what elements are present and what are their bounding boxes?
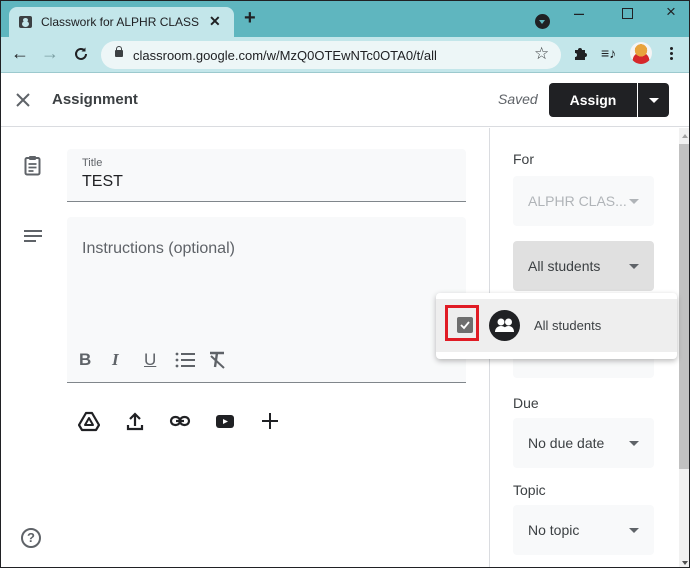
assignment-form: Title TEST Instructions (optional) B I U <box>1 128 489 567</box>
assign-options-button[interactable] <box>638 83 669 117</box>
tab-search-icon[interactable] <box>535 14 550 29</box>
minimize-button[interactable]: – <box>564 3 594 27</box>
close-icon[interactable] <box>15 87 31 114</box>
topic-select[interactable]: No topic <box>513 505 654 555</box>
create-icon[interactable] <box>259 410 281 432</box>
all-students-option[interactable]: All students <box>436 299 677 352</box>
title-field[interactable]: Title TEST <box>67 149 466 202</box>
youtube-icon[interactable] <box>214 410 236 432</box>
title-input[interactable]: TEST <box>82 173 123 191</box>
google-drive-icon[interactable] <box>77 410 101 432</box>
due-date-value: No due date <box>528 435 605 451</box>
window-close-button[interactable]: × <box>656 2 686 26</box>
back-button[interactable]: ← <box>11 43 29 64</box>
classroom-icon <box>19 16 32 28</box>
page-title: Assignment <box>52 91 138 108</box>
chevron-down-icon <box>629 441 639 446</box>
description-icon <box>24 229 42 243</box>
tab-strip: Classwork for ALPHR CLASS SAMPLE ✕ + – × <box>1 1 689 37</box>
underline-button[interactable]: U <box>144 350 156 372</box>
reload-button[interactable] <box>73 43 89 67</box>
class-select: ALPHR CLAS... <box>513 176 654 226</box>
for-label: For <box>513 151 534 167</box>
new-tab-button[interactable]: + <box>244 7 256 30</box>
students-select-value: All students <box>528 258 601 274</box>
scroll-up-arrow[interactable] <box>682 134 688 138</box>
assignment-header: Assignment Saved Assign <box>1 74 689 127</box>
url-text[interactable]: classroom.google.com/w/MzQ0OTEwNTc0OTA0/… <box>133 48 437 63</box>
tab-close-icon[interactable]: ✕ <box>209 13 221 30</box>
address-bar[interactable]: classroom.google.com/w/MzQ0OTEwNTc0OTA0/… <box>101 41 561 69</box>
topic-value: No topic <box>528 522 580 538</box>
all-students-checkbox[interactable] <box>457 317 473 333</box>
lock-icon <box>115 46 123 57</box>
instructions-field[interactable]: Instructions (optional) B I U <box>67 217 466 383</box>
browser-menu-icon[interactable] <box>668 45 674 62</box>
italic-button[interactable]: I <box>112 350 119 372</box>
highlight-annotation <box>445 305 479 341</box>
bulleted-list-icon[interactable] <box>175 352 195 368</box>
topic-label: Topic <box>513 482 546 498</box>
tab-title: Classwork for ALPHR CLASS SAMPLE <box>41 15 201 29</box>
extensions-icon[interactable] <box>573 46 587 60</box>
clear-formatting-icon[interactable] <box>208 351 227 369</box>
bold-button[interactable]: B <box>79 350 91 372</box>
bookmark-star-icon[interactable]: ☆ <box>534 44 549 64</box>
browser-window: Classwork for ALPHR CLASS SAMPLE ✕ + – ×… <box>0 0 690 568</box>
scroll-down-arrow[interactable] <box>682 561 688 565</box>
browser-tab[interactable]: Classwork for ALPHR CLASS SAMPLE ✕ <box>9 7 234 37</box>
help-icon[interactable]: ? <box>21 528 41 548</box>
assign-button[interactable]: Assign <box>549 83 637 117</box>
chevron-down-icon <box>629 264 639 269</box>
link-icon[interactable] <box>169 410 191 432</box>
profile-avatar[interactable] <box>630 42 652 64</box>
due-label: Due <box>513 395 539 411</box>
browser-toolbar: ← → classroom.google.com/w/MzQ0OTEwNTc0O… <box>1 37 689 73</box>
chevron-down-icon <box>629 199 639 204</box>
scrollbar-thumb[interactable] <box>679 144 689 469</box>
students-dropdown: All students <box>436 293 677 359</box>
class-select-value: ALPHR CLAS... <box>528 193 627 209</box>
media-control-icon[interactable]: ≡♪ <box>601 45 616 61</box>
maximize-button[interactable] <box>612 3 642 27</box>
due-date-select[interactable]: No due date <box>513 418 654 468</box>
forward-button[interactable]: → <box>41 43 59 64</box>
group-icon <box>489 310 520 341</box>
students-select[interactable]: All students <box>513 241 654 291</box>
title-label: Title <box>82 157 103 169</box>
save-status: Saved <box>498 91 538 107</box>
chevron-down-icon <box>629 528 639 533</box>
instructions-placeholder: Instructions (optional) <box>82 240 235 257</box>
assignment-icon <box>24 155 41 176</box>
all-students-label: All students <box>534 318 602 333</box>
upload-icon[interactable] <box>124 410 146 432</box>
scrollbar[interactable] <box>679 128 689 567</box>
